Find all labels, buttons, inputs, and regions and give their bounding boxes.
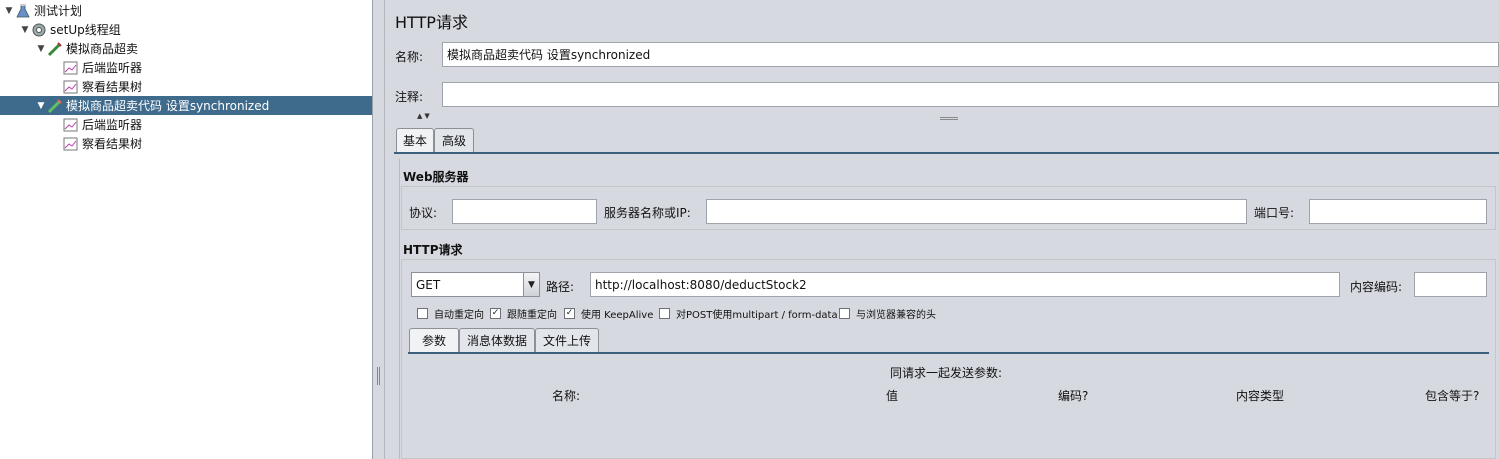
listener-chart-icon: [63, 60, 79, 76]
basic-tab-content: Web服务器 协议: 服务器名称或IP: 端口号: HTTP请求 GET ▼ 路…: [399, 159, 1499, 459]
port-field[interactable]: [1309, 199, 1487, 224]
http-request-panel: HTTP请求 名称: 模拟商品超卖代码 设置synchronized 注释: ▲…: [385, 0, 1499, 459]
checkbox-label: 与浏览器兼容的头: [856, 310, 936, 321]
browser-headers-checkbox[interactable]: 与浏览器兼容的头: [839, 306, 936, 321]
tree-item-label: 测试计划: [34, 4, 83, 18]
tree-item-label: 后端监听器: [82, 61, 143, 75]
sub-tab-underline: [408, 352, 1489, 354]
tree-item-sampler[interactable]: ▼ 模拟商品超卖: [0, 39, 372, 58]
splitter-grip[interactable]: [377, 367, 380, 385]
collapse-arrows-icon[interactable]: ▲▼: [417, 112, 432, 120]
tab-parameters[interactable]: 参数: [409, 328, 459, 352]
column-header-encode[interactable]: 编码?: [1058, 387, 1088, 404]
tree-item-setup-thread-group[interactable]: ▼ setUp线程组: [0, 20, 372, 39]
server-field[interactable]: [706, 199, 1247, 224]
http-request-heading: HTTP请求: [403, 243, 463, 257]
tree-item-test-plan[interactable]: ▼ 测试计划: [0, 1, 372, 20]
checkbox-box[interactable]: [659, 308, 670, 319]
expand-triangle-icon[interactable]: ▼: [3, 6, 15, 16]
test-plan-icon: [15, 3, 31, 19]
comment-field[interactable]: [442, 82, 1499, 107]
path-field[interactable]: http://localhost:8080/deductStock2: [590, 272, 1340, 297]
path-label: 路径:: [546, 280, 575, 294]
tab-advanced[interactable]: 高级: [434, 128, 474, 152]
checkmark-icon[interactable]: ✓: [564, 308, 575, 319]
tree-item-label: setUp线程组: [50, 23, 121, 37]
checkbox-label: 使用 KeepAlive: [581, 310, 654, 321]
column-header-include-equals[interactable]: 包含等于?: [1425, 387, 1479, 404]
web-server-heading: Web服务器: [403, 170, 469, 184]
checkbox-label: 跟随重定向: [507, 310, 557, 321]
tree-item-label: 察看结果树: [82, 137, 143, 151]
divider-handle[interactable]: [940, 117, 958, 120]
keepalive-checkbox[interactable]: ✓ 使用 KeepAlive: [564, 306, 653, 321]
server-label: 服务器名称或IP:: [604, 206, 691, 220]
tree-item-backend-listener[interactable]: 后端监听器: [0, 58, 372, 77]
name-label: 名称:: [395, 50, 424, 64]
port-label: 端口号:: [1254, 206, 1295, 220]
checkmark-icon[interactable]: ✓: [490, 308, 501, 319]
column-header-name[interactable]: 名称:: [552, 387, 580, 404]
multipart-checkbox[interactable]: 对POST使用multipart / form-data: [659, 306, 838, 321]
protocol-label: 协议:: [409, 206, 438, 220]
gear-icon: [31, 22, 47, 38]
tree-item-view-results-tree[interactable]: 察看结果树: [0, 77, 372, 96]
checkbox-label: 自动重定向: [434, 310, 484, 321]
panel-title: HTTP请求: [395, 13, 468, 32]
encoding-field[interactable]: [1414, 272, 1487, 297]
expand-triangle-icon[interactable]: ▼: [19, 25, 31, 35]
method-select[interactable]: GET ▼: [411, 272, 540, 297]
auto-redirect-checkbox[interactable]: 自动重定向: [417, 306, 484, 321]
expand-triangle-icon[interactable]: ▼: [35, 101, 47, 111]
protocol-field[interactable]: [452, 199, 597, 224]
test-plan-tree[interactable]: ▼ 测试计划 ▼ setUp线程组 ▼ 模拟商品超卖 后端监听器 察看结果树 ▼…: [0, 0, 373, 459]
checkbox-box[interactable]: [839, 308, 850, 319]
expand-triangle-icon[interactable]: ▼: [35, 44, 47, 54]
checkbox-box[interactable]: [417, 308, 428, 319]
column-header-content-type[interactable]: 内容类型: [1236, 387, 1284, 404]
tree-item-backend-listener[interactable]: 后端监听器: [0, 115, 372, 134]
column-header-value[interactable]: 值: [886, 387, 898, 404]
tree-item-view-results-tree[interactable]: 察看结果树: [0, 134, 372, 153]
tab-basic[interactable]: 基本: [396, 128, 434, 152]
method-value: GET: [416, 277, 441, 292]
tree-item-sampler-synchronized[interactable]: ▼ 模拟商品超卖代码 设置synchronized: [0, 96, 372, 115]
listener-chart-icon: [63, 79, 79, 95]
chevron-down-icon[interactable]: ▼: [523, 273, 539, 296]
comment-label: 注释:: [395, 90, 424, 104]
tree-item-label: 察看结果树: [82, 80, 143, 94]
tab-body-data[interactable]: 消息体数据: [459, 328, 535, 352]
listener-chart-icon: [63, 136, 79, 152]
pane-splitter[interactable]: [373, 0, 385, 459]
follow-redirect-checkbox[interactable]: ✓ 跟随重定向: [490, 306, 557, 321]
checkbox-label: 对POST使用multipart / form-data: [676, 310, 838, 321]
encoding-label: 内容编码:: [1350, 280, 1403, 294]
tab-underline: [394, 152, 1499, 154]
listener-chart-icon: [63, 117, 79, 133]
tree-item-label: 模拟商品超卖: [66, 42, 139, 56]
sampler-icon: [47, 98, 63, 114]
tab-file-upload[interactable]: 文件上传: [535, 328, 599, 352]
tree-item-label: 模拟商品超卖代码 设置synchronized: [66, 99, 270, 113]
sampler-icon: [47, 41, 63, 57]
params-caption: 同请求一起发送参数:: [890, 366, 1003, 380]
name-field[interactable]: 模拟商品超卖代码 设置synchronized: [442, 42, 1499, 67]
tree-item-label: 后端监听器: [82, 118, 143, 132]
